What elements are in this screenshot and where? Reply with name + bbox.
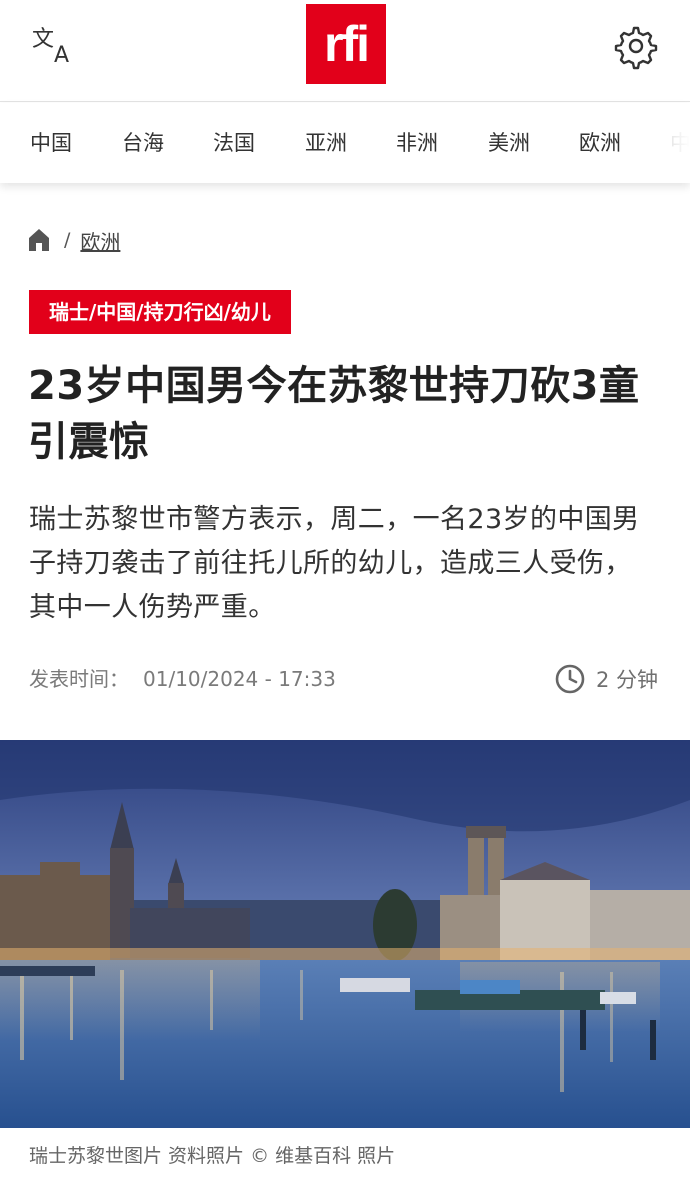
breadcrumb-separator: / bbox=[64, 229, 71, 251]
translate-button[interactable]: 文 A bbox=[30, 24, 80, 68]
publish-date: 01/10/2024 - 17:33 bbox=[143, 667, 336, 691]
zurich-photo bbox=[0, 740, 690, 1128]
breadcrumb-section-link[interactable]: 欧洲 bbox=[80, 226, 120, 255]
photo-caption: 瑞士苏黎世图片 资料照片 © 维基百科 照片 bbox=[29, 1145, 396, 1167]
nav-item-americas[interactable]: 美洲 bbox=[488, 103, 530, 183]
nav-item-france[interactable]: 法国 bbox=[213, 103, 255, 183]
section-nav: 中国 台海 法国 亚洲 非洲 美洲 欧洲 中 bbox=[0, 103, 690, 183]
article-lead: 瑞士苏黎世市警方表示，周二，一名23岁的中国男子持刀袭击了前往托儿所的幼儿，造成… bbox=[29, 504, 640, 623]
article-tag[interactable]: 瑞士/中国/持刀行凶/幼儿 bbox=[29, 290, 291, 334]
translate-icon: 文 A bbox=[32, 27, 69, 68]
logo-text: rfi bbox=[324, 16, 370, 72]
nav-item-europe[interactable]: 欧洲 bbox=[579, 103, 621, 183]
nav-item-taiwan-strait[interactable]: 台海 bbox=[122, 103, 164, 183]
breadcrumb: / 欧洲 bbox=[28, 222, 120, 258]
home-icon[interactable] bbox=[28, 228, 50, 252]
article-title: 23岁中国男今在苏黎世持刀砍3童引震惊 bbox=[28, 363, 640, 465]
nav-fade bbox=[650, 103, 690, 183]
nav-item-africa[interactable]: 非洲 bbox=[396, 103, 438, 183]
gear-icon bbox=[614, 26, 658, 70]
rfi-logo[interactable]: rfi bbox=[306, 4, 386, 84]
clock-icon bbox=[555, 664, 585, 694]
read-time-label: 2 分钟 bbox=[596, 668, 659, 692]
publish-info: 发表时间： 01/10/2024 - 17:33 bbox=[29, 664, 336, 694]
svg-text:文: 文 bbox=[32, 27, 54, 52]
nav-item-china[interactable]: 中国 bbox=[30, 103, 72, 183]
publish-label: 发表时间： bbox=[29, 667, 129, 691]
read-time: 2 分钟 bbox=[554, 662, 658, 696]
article-photo[interactable] bbox=[0, 740, 690, 1128]
top-bar: 文 A rfi bbox=[0, 0, 690, 102]
settings-button[interactable] bbox=[612, 22, 660, 70]
svg-text:A: A bbox=[54, 43, 69, 68]
nav-item-asia[interactable]: 亚洲 bbox=[305, 103, 347, 183]
